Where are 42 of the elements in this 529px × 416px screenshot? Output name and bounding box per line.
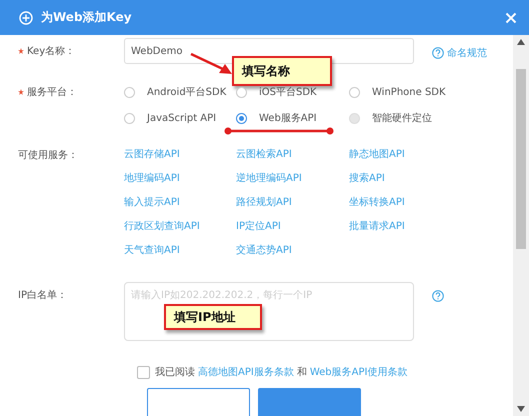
scroll-up-icon[interactable] xyxy=(517,39,525,45)
service-link[interactable]: 输入提示API xyxy=(124,196,236,210)
field-label: 服务平台： xyxy=(27,86,77,99)
service-link[interactable]: 地理编码API xyxy=(124,172,236,186)
service-link[interactable]: 坐标转换API xyxy=(349,196,469,210)
scroll-down-icon[interactable] xyxy=(517,406,525,412)
radio-option[interactable]: iOS平台SDK xyxy=(236,84,349,100)
add-icon xyxy=(19,10,33,24)
radio-option[interactable]: WinPhone SDK xyxy=(349,84,469,100)
cancel-button[interactable] xyxy=(147,388,250,416)
scrollbar[interactable] xyxy=(513,35,529,416)
service-link[interactable]: IP定位API xyxy=(236,220,349,234)
agree-label: 我已阅读 xyxy=(155,366,195,379)
service-link[interactable]: 批量请求API xyxy=(349,220,469,234)
radio-option: 智能硬件定位 xyxy=(349,110,469,126)
close-icon[interactable] xyxy=(505,12,517,24)
service-link[interactable]: 天气查询API xyxy=(124,244,236,258)
service-link[interactable]: 云图检索API xyxy=(236,148,349,162)
agree-label: 和 xyxy=(296,366,307,379)
radio-option[interactable]: Android平台SDK xyxy=(124,84,236,100)
callout: 填写名称 xyxy=(232,56,332,86)
field-label: 可使用服务： xyxy=(18,149,78,162)
service-link[interactable]: 静态地图API xyxy=(349,148,469,162)
radio-option[interactable]: Web服务API xyxy=(236,110,349,126)
help-icon xyxy=(432,47,444,59)
window-title: 为Web添加Key xyxy=(41,9,132,26)
agree-checkbox[interactable] xyxy=(137,366,150,378)
field-label: IP白名单： xyxy=(18,288,67,302)
service-link[interactable]: 云图存储API xyxy=(124,148,236,162)
field-label: Key名称： xyxy=(27,45,76,58)
terms-link[interactable]: Web服务API使用条款 xyxy=(310,365,408,379)
service-link[interactable]: 搜索API xyxy=(349,172,469,186)
callout: 填写IP地址 xyxy=(164,304,262,330)
service-link[interactable]: 行政区划查询API xyxy=(124,220,236,234)
help-icon[interactable] xyxy=(432,290,444,302)
radio-option[interactable]: JavaScript API xyxy=(124,110,236,126)
terms-link[interactable]: 高德地图API服务条款 xyxy=(198,365,294,379)
help-link[interactable]: 命名规范 xyxy=(432,46,487,60)
service-link[interactable]: 逆地理编码API xyxy=(236,172,349,186)
service-link[interactable]: 路径规划API xyxy=(236,196,349,210)
pointer-arrow xyxy=(189,52,233,76)
service-link[interactable]: 交通态势API xyxy=(236,244,349,258)
